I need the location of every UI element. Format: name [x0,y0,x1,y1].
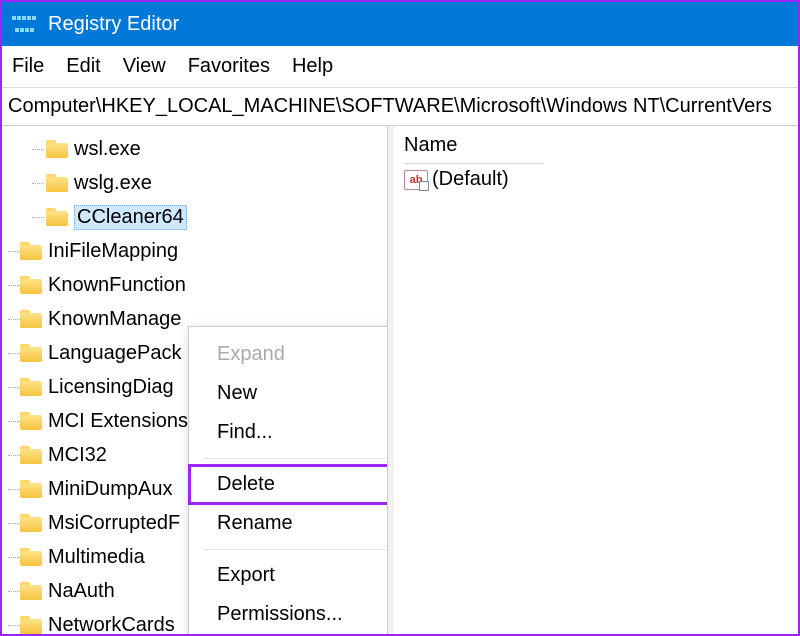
folder-icon [20,242,42,260]
titlebar: Registry Editor [2,2,798,46]
value-row-default[interactable]: ab (Default) [404,168,788,191]
tree-item[interactable]: Multimedia [2,540,188,574]
tree-item-label: IniFileMapping [48,240,178,263]
menu-favorites[interactable]: Favorites [188,55,270,78]
tree-item[interactable]: KnownFunction [2,268,188,302]
folder-icon [20,582,42,600]
context-expand: Expand [189,335,388,374]
tree-item[interactable]: NaAuth [2,574,188,608]
tree-item-label: MsiCorruptedF [48,512,180,535]
menubar: File Edit View Favorites Help [2,46,798,88]
folder-icon [46,208,68,226]
tree-item-label: KnownFunction [48,274,186,297]
context-new[interactable]: New ❯ [189,374,388,413]
tree-item-label: KnownManage [48,308,181,331]
tree-item-label: LicensingDiag [48,376,174,399]
tree-item-label: MiniDumpAux [48,478,172,501]
context-rename[interactable]: Rename [189,504,388,543]
context-export[interactable]: Export [189,556,388,595]
tree-item[interactable]: LanguagePack [2,336,188,370]
tree-item-label: wsl.exe [74,138,141,161]
folder-icon [20,344,42,362]
address-path: Computer\HKEY_LOCAL_MACHINE\SOFTWARE\Mic… [8,95,772,118]
folder-icon [20,446,42,464]
tree-item[interactable]: wsl.exe [2,132,387,166]
menu-view[interactable]: View [123,55,166,78]
context-delete[interactable]: Delete [189,465,388,504]
tree-item[interactable]: MCI Extensions [2,404,188,438]
context-permissions[interactable]: Permissions... [189,595,388,634]
value-name: (Default) [432,168,509,191]
window-title: Registry Editor [48,13,179,36]
tree-item[interactable]: IniFileMapping [2,234,188,268]
context-menu: Expand New ❯ Find... Delete Rename Expor… [188,326,388,634]
context-find[interactable]: Find... [189,413,388,452]
menu-separator [203,458,388,459]
menu-file[interactable]: File [12,55,44,78]
regedit-icon [12,12,36,36]
tree-item[interactable]: KnownManage [2,302,188,336]
tree-item[interactable]: MsiCorruptedF [2,506,188,540]
tree-item-label: NetworkCards [48,614,175,635]
folder-icon [20,514,42,532]
tree-item-label: wslg.exe [74,172,152,195]
folder-icon [20,378,42,396]
address-bar[interactable]: Computer\HKEY_LOCAL_MACHINE\SOFTWARE\Mic… [2,88,798,126]
tree-item-label: LanguagePack [48,342,181,365]
folder-icon [20,310,42,328]
tree-item[interactable]: LicensingDiag [2,370,188,404]
folder-icon [20,276,42,294]
tree-item[interactable]: CCleaner64 [2,200,387,234]
folder-icon [20,412,42,430]
tree-item[interactable]: MCI32 [2,438,188,472]
tree-item-label: Multimedia [48,546,145,569]
tree-item-label: MCI32 [48,444,107,467]
tree-item-label: MCI Extensions [48,410,188,433]
folder-icon [20,480,42,498]
values-pane[interactable]: Name ab (Default) [388,126,798,634]
column-header-name[interactable]: Name [404,132,544,164]
tree-item[interactable]: MiniDumpAux [2,472,188,506]
folder-icon [20,616,42,634]
tree-item[interactable]: NetworkCards [2,608,188,634]
tree-pane[interactable]: wsl.exe wslg.exe CCleaner64 IniFileMapping K… [2,126,388,634]
menu-edit[interactable]: Edit [66,55,100,78]
tree-item-label: NaAuth [48,580,115,603]
content-area: wsl.exe wslg.exe CCleaner64 IniFileMapping K… [2,126,798,634]
string-value-icon: ab [404,170,428,190]
folder-icon [46,140,68,158]
menu-help[interactable]: Help [292,55,333,78]
menu-separator [203,549,388,550]
folder-icon [20,548,42,566]
tree-item-label: CCleaner64 [74,205,187,230]
tree-item[interactable]: wslg.exe [2,166,387,200]
folder-icon [46,174,68,192]
